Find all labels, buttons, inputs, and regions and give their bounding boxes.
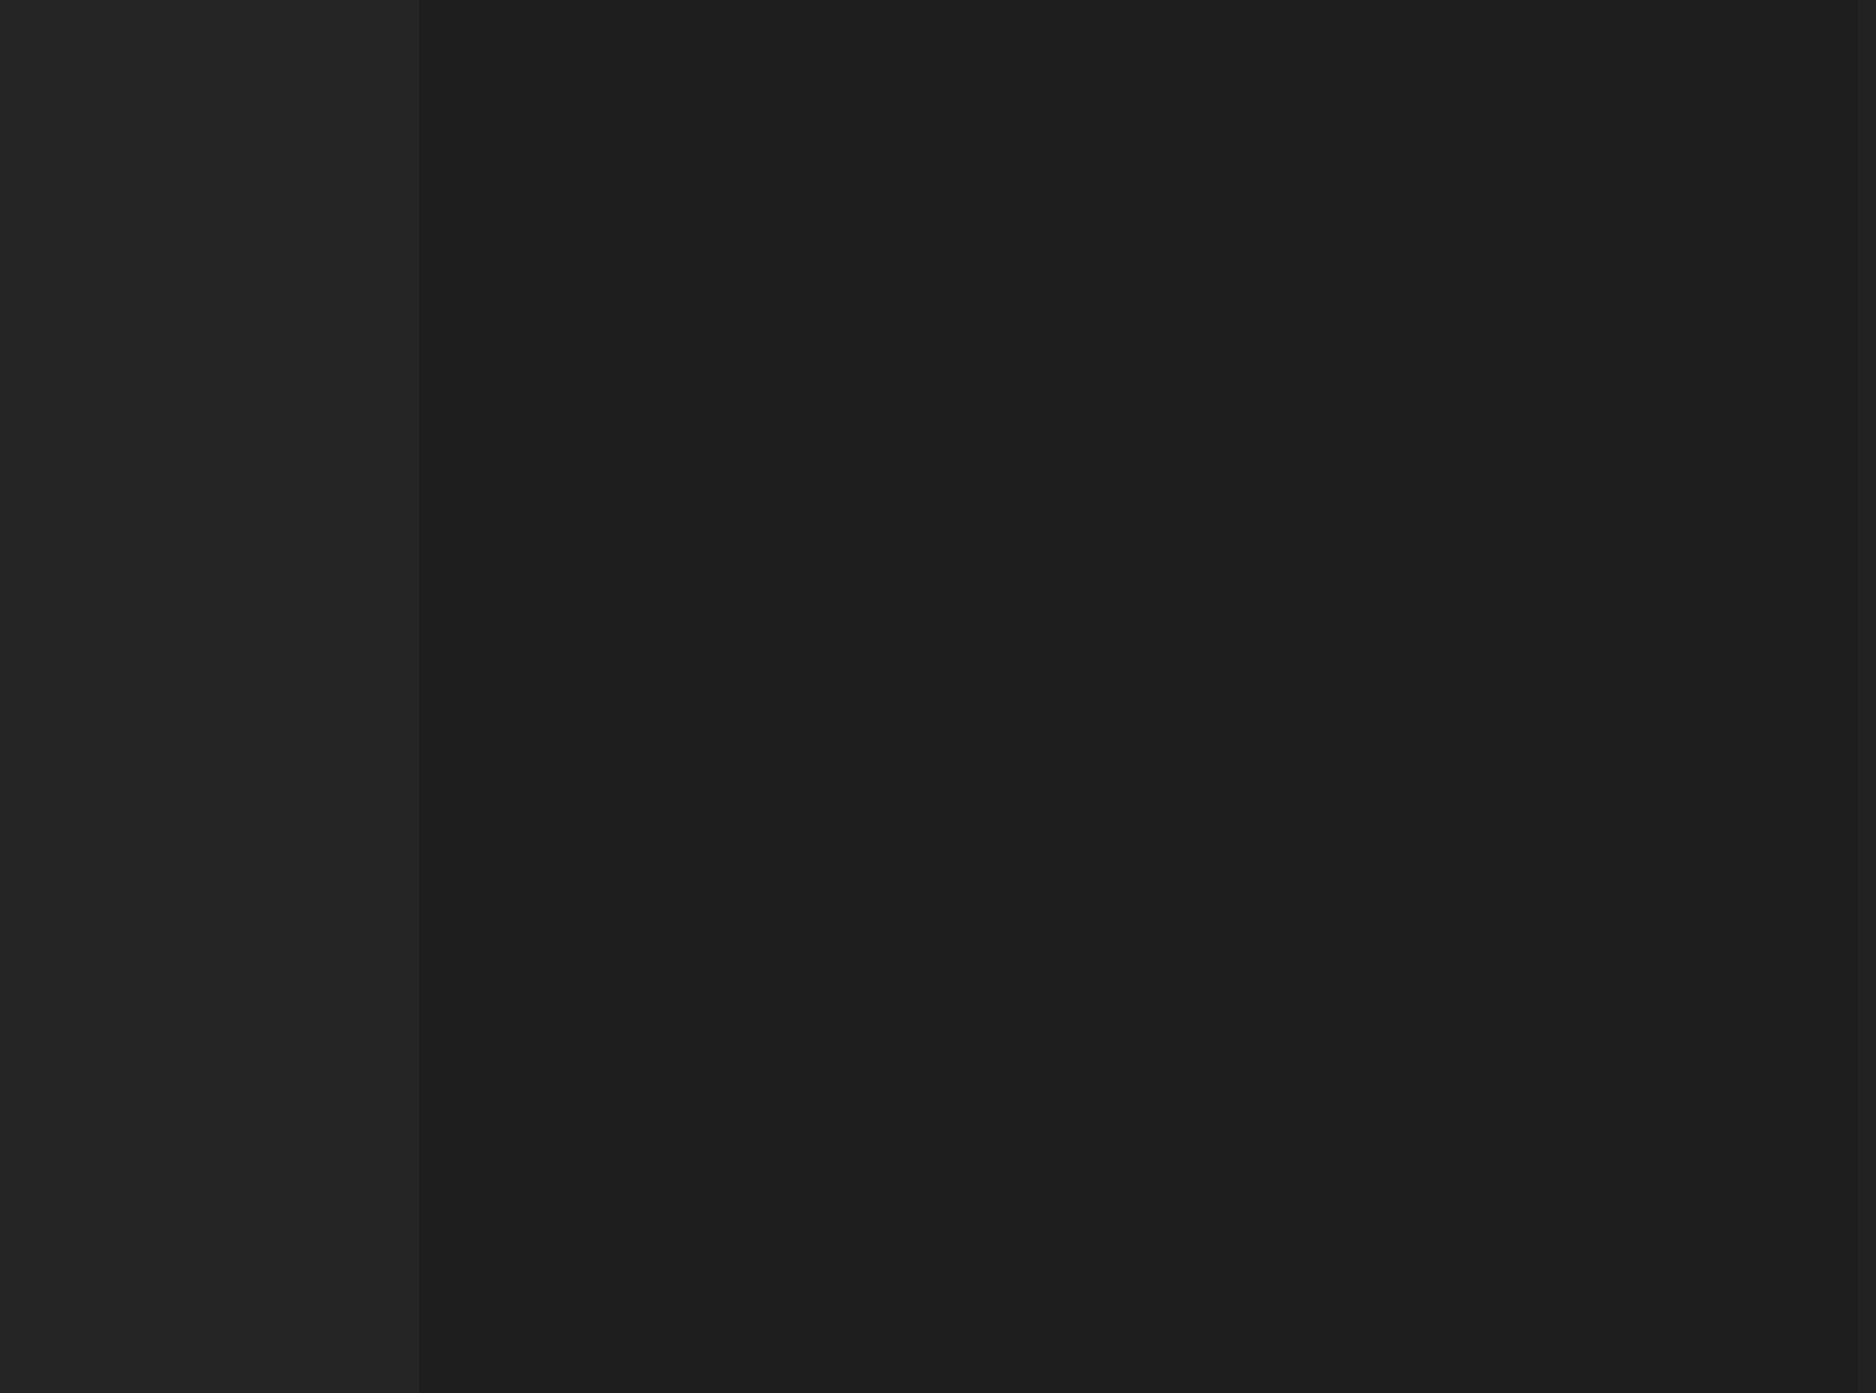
panel-scm-repo[interactable] — [0, 1253, 419, 1285]
file-explorer-sidebar — [0, 0, 420, 1393]
panel-scm[interactable] — [0, 1285, 419, 1317]
timeline-message — [0, 1381, 419, 1393]
scrollbar[interactable] — [1858, 0, 1876, 1393]
line-number-gutter — [420, 0, 508, 1393]
code-area[interactable] — [508, 0, 1876, 1393]
panel-outline[interactable] — [0, 1317, 419, 1349]
file-tree[interactable] — [0, 0, 419, 1253]
panel-timeline[interactable] — [0, 1349, 419, 1381]
code-editor[interactable] — [420, 0, 1876, 1393]
